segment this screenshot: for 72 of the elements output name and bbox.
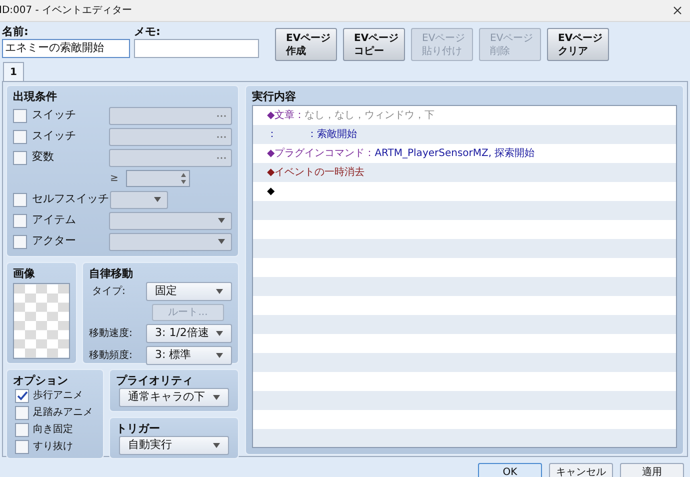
checkbox-label: スイッチ <box>32 107 76 124</box>
field-label: メモ: <box>134 25 162 39</box>
page-button[interactable]: EVページ クリア <box>547 28 609 61</box>
checkbox-label: スイッチ <box>32 128 76 144</box>
command-line[interactable]: ◆文章：なし，なし，ウィンドウ，下 <box>267 108 435 123</box>
checkbox-label: すり抜け <box>33 440 73 454</box>
command-line[interactable]: ： ：索敵開始 <box>267 127 357 142</box>
checkbox[interactable] <box>13 234 27 248</box>
dropdown[interactable]: 3: 標準 <box>146 346 232 365</box>
checkbox-label: セルフスイッチ <box>32 191 109 208</box>
command-list[interactable]: ◆文章：なし，なし，ウィンドウ，下 ： ：索敵開始 ◆プラグインコマンド：ARTM_PlayerSensorMZ, 探索開始 ◆イベントの一時消去 ◆ <box>252 105 677 448</box>
command-line[interactable]: ◆プラグインコマンド：ARTM_PlayerSensorMZ, 探索開始 <box>267 146 535 161</box>
group-title: 画像 <box>13 266 36 281</box>
picker-field[interactable] <box>109 106 232 124</box>
field-label: 名前: <box>2 25 30 39</box>
image-preview[interactable] <box>13 283 70 359</box>
checkbox[interactable] <box>13 192 27 206</box>
dropdown-arrow-icon <box>218 218 225 223</box>
checkbox-label: アイテム <box>32 212 76 228</box>
group-title: 自律移動 <box>89 266 134 281</box>
dropdown[interactable] <box>109 212 232 230</box>
field-label: 移動速度: <box>89 326 134 341</box>
group-title: トリガー <box>116 421 161 436</box>
page-button[interactable]: EVページ 作成 <box>275 28 337 61</box>
dropdown-arrow-icon <box>213 395 220 400</box>
name-field[interactable]: エネミーの索敵開始 <box>2 39 130 58</box>
dialog-button[interactable]: キャンセル <box>549 463 613 477</box>
group-title: オプション <box>13 373 69 388</box>
checkbox-label: アクター <box>32 233 76 250</box>
dropdown-arrow-icon <box>154 197 161 202</box>
dialog-button[interactable]: 適用 <box>620 463 684 477</box>
field-label: タイプ: <box>91 284 126 299</box>
dropdown-arrow-icon <box>216 331 223 336</box>
dropdown[interactable]: 固定 <box>146 282 232 301</box>
dropdown-arrow-icon <box>216 289 223 294</box>
checkbox-label: 歩行アニメ <box>33 388 83 403</box>
dropdown-arrow-icon <box>213 443 220 448</box>
dropdown[interactable]: 自動実行 <box>119 436 229 455</box>
checkbox-label: 変数 <box>32 149 54 166</box>
checkbox-label: 足踏みアニメ <box>33 406 93 420</box>
dropdown[interactable]: 通常キャラの下 <box>119 388 229 407</box>
command-line[interactable]: ◆イベントの一時消去 <box>267 165 365 180</box>
checkbox[interactable] <box>15 422 29 436</box>
checkbox[interactable] <box>15 440 29 454</box>
checkbox[interactable] <box>13 108 27 122</box>
checkbox[interactable] <box>13 214 27 228</box>
field-label: 移動頻度: <box>89 348 134 363</box>
checkbox[interactable] <box>13 150 27 164</box>
group-title: 実行内容 <box>252 89 297 104</box>
dropdown-arrow-icon <box>218 239 225 244</box>
close-icon[interactable] <box>673 6 682 15</box>
picker-field[interactable] <box>109 148 232 166</box>
picker-field[interactable] <box>109 128 232 146</box>
group-title: 出現条件 <box>13 89 58 104</box>
dialog-button[interactable]: OK <box>478 463 542 477</box>
dropdown[interactable] <box>110 190 168 208</box>
dropdown[interactable] <box>109 232 232 250</box>
checkbox[interactable] <box>15 406 29 420</box>
group-title: プライオリティ <box>116 373 194 388</box>
checkbox-label: 向き固定 <box>33 422 73 437</box>
dropdown-arrow-icon <box>216 353 223 358</box>
page-tab[interactable]: 1 <box>3 62 24 81</box>
dropdown[interactable]: 3: 1/2倍速 <box>146 324 232 343</box>
checkbox[interactable] <box>15 388 29 402</box>
compare-symbol: ≥ <box>110 172 118 186</box>
window-title: ID:007 - イベントエディター <box>0 4 132 18</box>
command-line[interactable]: ◆ <box>267 184 275 199</box>
page-button[interactable]: EVページ コピー <box>343 28 405 61</box>
checkbox[interactable] <box>13 130 27 144</box>
spin-arrows-icon <box>181 173 186 184</box>
number-field[interactable] <box>126 170 190 187</box>
memo-field[interactable] <box>134 39 259 58</box>
